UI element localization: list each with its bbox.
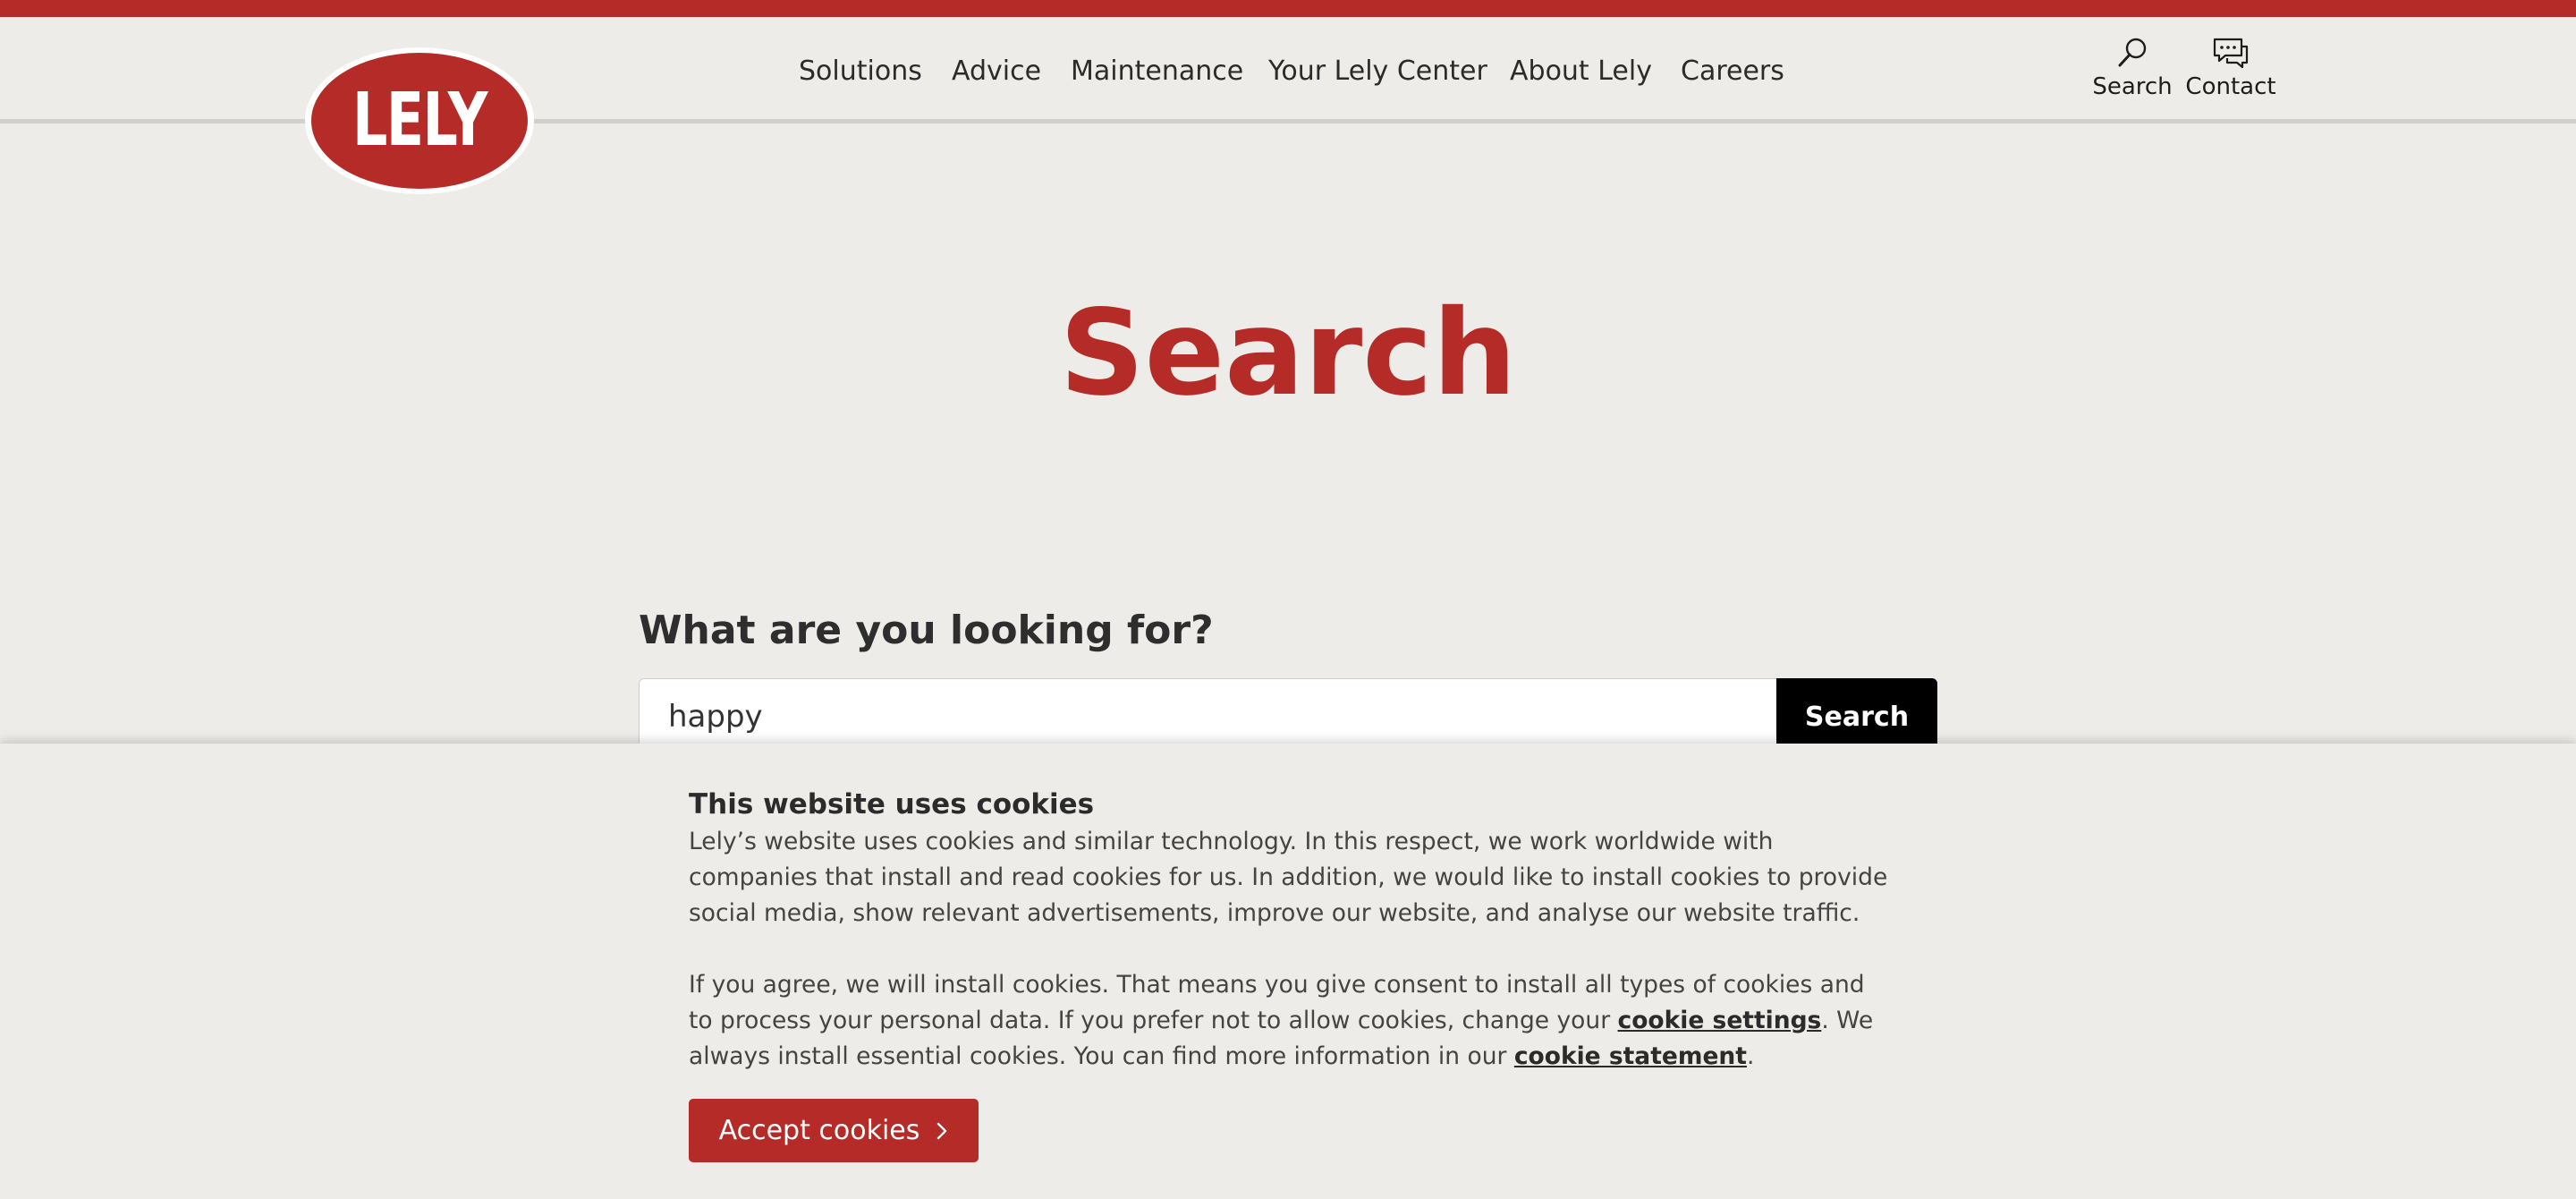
top-accent-bar [0,0,2576,17]
accept-cookies-button[interactable]: Accept cookies [689,1099,979,1162]
nav-your-lely-center[interactable]: Your Lely Center [1268,47,1487,97]
magnifier-icon [2118,38,2147,67]
chevron-right-icon [937,1122,947,1139]
header-search-label: Search [2092,73,2173,100]
nav-careers[interactable]: Careers [1681,47,1784,97]
nav-advice[interactable]: Advice [952,47,1041,97]
header-contact-link[interactable]: Contact [2184,36,2277,102]
cookie-text-part-c: . [1746,1042,1755,1070]
nav-maintenance[interactable]: Maintenance [1071,47,1243,97]
page-title: Search [1059,285,1517,422]
cookie-banner: This website uses cookies Lely’s website… [0,744,2576,1199]
nav-solutions[interactable]: Solutions [799,47,922,97]
cookie-banner-text-2: If you agree, we will install cookies. T… [689,967,1892,1075]
nav-about-lely[interactable]: About Lely [1510,47,1652,97]
cookie-settings-link[interactable]: cookie settings [1618,1007,1822,1034]
cookie-statement-link[interactable]: cookie statement [1514,1042,1747,1070]
chat-bubble-icon [2213,38,2249,69]
header-contact-label: Contact [2185,73,2276,100]
cookie-banner-title: This website uses cookies [689,788,1095,821]
accept-cookies-label: Accept cookies [718,1115,920,1146]
search-question: What are you looking for? [639,608,1214,653]
cookie-banner-text-1: Lely’s website uses cookies and similar … [689,828,1888,927]
header-search-link[interactable]: Search [2089,36,2175,102]
